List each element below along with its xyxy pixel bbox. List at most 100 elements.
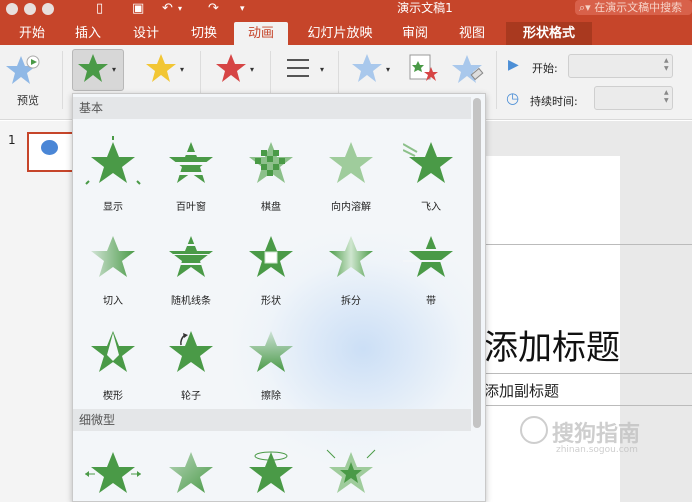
- watermark-logo: [520, 416, 548, 444]
- chevron-down-icon[interactable]: ▾: [320, 65, 324, 74]
- clock-icon: ◷: [506, 89, 520, 107]
- chevron-up-icon[interactable]: ▲: [664, 89, 670, 97]
- slide-thumbnail[interactable]: [27, 132, 77, 172]
- effect-peek-in[interactable]: 切入: [73, 224, 153, 310]
- section-basic-header: 基本: [73, 97, 471, 119]
- chevron-down-icon[interactable]: ▾: [386, 65, 390, 74]
- search-input[interactable]: ⌕▾ 在演示文稿中搜索: [575, 0, 692, 15]
- home-icon[interactable]: ▯: [96, 1, 103, 17]
- appear-star-icon: [78, 54, 108, 82]
- blinds-star-icon: [163, 142, 219, 183]
- duration-field[interactable]: [594, 86, 673, 110]
- tab-animations[interactable]: 动画: [234, 22, 288, 45]
- chevron-up-icon: ▲: [664, 57, 669, 64]
- chevron-down-icon[interactable]: ▾: [112, 65, 116, 74]
- effect-label: 切入: [103, 296, 123, 307]
- tab-view[interactable]: 视图: [450, 22, 494, 45]
- chevron-down-icon[interactable]: ▾: [180, 65, 184, 74]
- chevron-down-icon: ▼: [664, 65, 669, 72]
- effect-label: 向内溶解: [331, 202, 371, 213]
- section-subtle-header: 细微型: [73, 409, 471, 431]
- customize-toolbar-icon[interactable]: ▾: [240, 1, 245, 17]
- slide-number: 1: [8, 133, 16, 147]
- watermark-url: zhinan.sogou.com: [556, 445, 638, 455]
- effect-checkerboard[interactable]: 棋盘: [231, 130, 311, 216]
- effect-label: 飞入: [421, 202, 441, 213]
- exit-star-icon[interactable]: [216, 53, 246, 83]
- search-placeholder: 在演示文稿中搜索: [594, 1, 683, 14]
- effect-subtle-swivel[interactable]: [231, 440, 311, 501]
- effect-wipe[interactable]: 擦除: [231, 319, 311, 405]
- wipe-star-icon: [249, 331, 293, 372]
- undo-icon[interactable]: ↶: [162, 1, 173, 17]
- start-select[interactable]: [568, 54, 673, 78]
- split-star-icon: [329, 236, 373, 277]
- appear-star-icon: [85, 136, 141, 185]
- effect-wheel[interactable]: 轮子: [151, 319, 231, 405]
- dissolve-star-icon: [329, 142, 373, 183]
- effect-random-bars[interactable]: 随机线条: [151, 224, 231, 310]
- emphasis-star-icon[interactable]: [146, 53, 176, 83]
- gallery-scrollbar[interactable]: [473, 98, 481, 428]
- effect-appear[interactable]: 显示: [73, 130, 153, 216]
- effect-label: 百叶窗: [176, 202, 206, 213]
- tab-transitions[interactable]: 切换: [182, 22, 226, 45]
- strips-star-icon: [403, 236, 459, 277]
- tab-slideshow[interactable]: 幻灯片放映: [298, 22, 382, 45]
- play-icon: ▶: [508, 57, 519, 73]
- effect-label: 拆分: [341, 296, 361, 307]
- zoom-window-button[interactable]: [42, 3, 54, 15]
- redo-icon[interactable]: ↷: [208, 1, 219, 17]
- title-bar: ▯ ▣ ↶ ▾ ↷ ▾ 演示文稿1 ⌕▾ 在演示文稿中搜索: [0, 0, 692, 18]
- close-window-button[interactable]: [6, 3, 18, 15]
- tab-insert[interactable]: 插入: [66, 22, 110, 45]
- ribbon-separator: [496, 51, 497, 109]
- effect-label: 棋盘: [261, 202, 281, 213]
- save-icon[interactable]: ▣: [132, 1, 144, 17]
- effect-subtle-fade[interactable]: [151, 440, 231, 501]
- effect-label: 楔形: [103, 391, 123, 402]
- checkerboard-star-icon: [249, 142, 293, 183]
- wheel-star-icon: [169, 331, 213, 372]
- effect-label: 轮子: [181, 391, 201, 402]
- tab-review[interactable]: 审阅: [393, 22, 437, 45]
- watermark-text: 搜狗指南: [552, 422, 641, 447]
- effect-wedge[interactable]: 楔形: [73, 319, 153, 405]
- effect-label: 带: [426, 296, 436, 307]
- effect-shape[interactable]: 形状: [231, 224, 311, 310]
- animation-painter-icon[interactable]: [452, 53, 484, 85]
- tab-shape-format[interactable]: 形状格式: [506, 22, 592, 45]
- animation-pane-icon[interactable]: [408, 53, 440, 85]
- swivel-star-icon: [249, 451, 293, 493]
- expand-star-icon: [85, 452, 141, 493]
- effect-label: 显示: [103, 202, 123, 213]
- peek-in-star-icon: [91, 236, 135, 277]
- ribbon-tab-bar: 开始 插入 设计 切换 动画 幻灯片放映 审阅 视图 形状格式: [0, 18, 692, 45]
- effect-label: 形状: [261, 296, 281, 307]
- effect-strips[interactable]: 带: [391, 224, 471, 310]
- chevron-down-icon[interactable]: ▼: [664, 97, 670, 105]
- chevron-down-icon[interactable]: ▾: [250, 65, 254, 74]
- search-icon: ⌕▾: [579, 1, 595, 14]
- effect-blinds[interactable]: 百叶窗: [151, 130, 231, 216]
- effect-fly-in[interactable]: 飞入: [391, 130, 471, 216]
- tab-design[interactable]: 设计: [124, 22, 168, 45]
- effect-options-icon[interactable]: [284, 53, 314, 83]
- effect-subtle-zoom[interactable]: [311, 440, 391, 501]
- fly-in-star-icon: [403, 142, 453, 183]
- effect-dissolve-in[interactable]: 向内溶解: [311, 130, 391, 216]
- motion-path-star-icon[interactable]: [352, 53, 382, 83]
- undo-dropdown-icon[interactable]: ▾: [178, 1, 182, 17]
- thumbnail-oval-shape: [41, 140, 58, 155]
- preview-label: 预览: [17, 94, 39, 107]
- minimize-window-button[interactable]: [24, 3, 36, 15]
- window-title: 演示文稿1: [397, 1, 453, 15]
- slide-title[interactable]: 添加标题: [484, 320, 620, 369]
- preview-star-icon: [6, 55, 40, 84]
- slide-subtitle[interactable]: 添加副标题: [484, 380, 559, 401]
- effect-label: 随机线条: [171, 296, 211, 307]
- effect-split[interactable]: 拆分: [311, 224, 391, 310]
- effect-subtle-expand[interactable]: [73, 440, 153, 501]
- tab-home[interactable]: 开始: [10, 22, 54, 45]
- effect-label: 擦除: [261, 391, 281, 402]
